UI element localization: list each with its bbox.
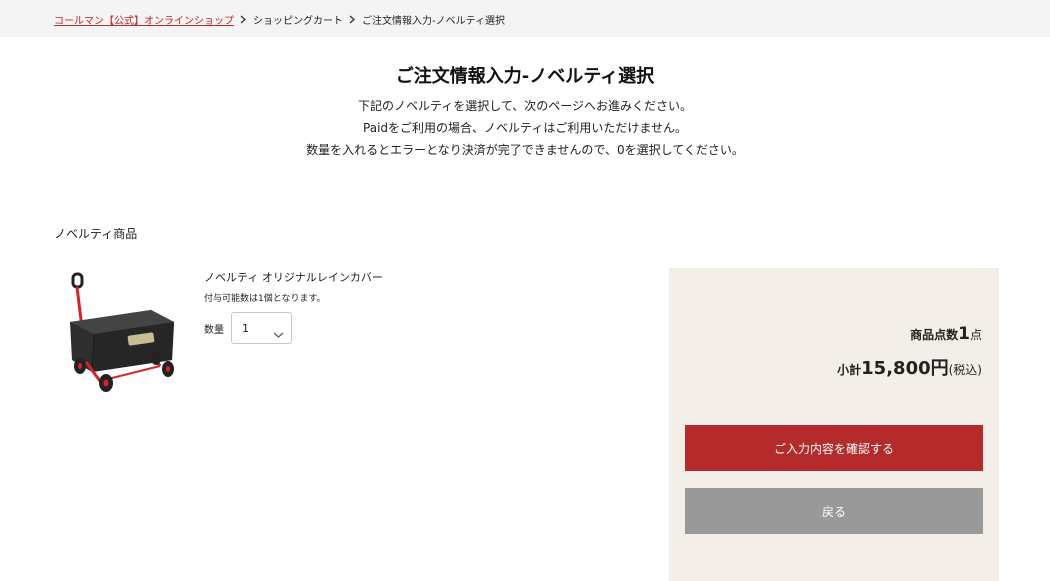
back-button[interactable]: 戻る xyxy=(685,488,983,534)
product-name: ノベルティ オリジナルレインカバー xyxy=(204,271,383,284)
intro-line: 下記のノベルティを選択して、次のページへお進みください。 xyxy=(357,99,693,113)
item-count-unit: 点 xyxy=(969,328,982,342)
quantity-value: 1 xyxy=(242,322,249,335)
breadcrumb-cart: ショッピングカート xyxy=(253,16,343,27)
wagon-rain-cover-image xyxy=(56,268,184,396)
breadcrumb: コールマン【公式】オンラインショップ ショッピングカート ご注文情報入力-ノベル… xyxy=(54,12,505,27)
intro-line: 数量を入れるとエラーとなり決済が完了できませんので、0を選択してください。 xyxy=(306,143,744,157)
breadcrumb-home-link[interactable]: コールマン【公式】オンラインショップ xyxy=(54,12,234,27)
breadcrumb-bar: コールマン【公式】オンラインショップ ショッピングカート ご注文情報入力-ノベル… xyxy=(0,0,1050,37)
order-summary-panel: 商品点数1点 小計15,800円(税込) ご入力内容を確認する 戻る xyxy=(669,268,999,581)
confirm-order-button[interactable]: ご入力内容を確認する xyxy=(685,425,983,471)
item-count: 商品点数1点 xyxy=(910,324,982,344)
quantity-select[interactable]: 1 xyxy=(231,312,292,344)
item-count-value: 1 xyxy=(958,324,970,344)
product-note: 付与可能数は1個となります。 xyxy=(204,294,326,304)
intro-line: Paidをご利用の場合、ノベルティはご利用いただけません。 xyxy=(363,121,687,135)
subtotal: 小計15,800円(税込) xyxy=(837,354,982,380)
quantity-label: 数量 xyxy=(204,325,224,336)
item-count-label: 商品点数 xyxy=(910,328,959,342)
page-title: ご注文情報入力-ノベルティ選択 xyxy=(395,66,655,87)
subtotal-value: 15,800円 xyxy=(861,358,949,379)
tax-note: (税込) xyxy=(948,363,982,377)
subtotal-label: 小計 xyxy=(837,363,862,377)
intro-text: 下記のノベルティを選択して、次のページへお進みください。 Paidをご利用の場合… xyxy=(0,95,1050,161)
chevron-down-icon xyxy=(273,324,284,343)
novelty-section-title: ノベルティ商品 xyxy=(54,227,138,241)
chevron-right-icon xyxy=(240,15,246,24)
chevron-right-icon xyxy=(349,15,355,24)
breadcrumb-current: ご注文情報入力-ノベルティ選択 xyxy=(362,16,506,27)
